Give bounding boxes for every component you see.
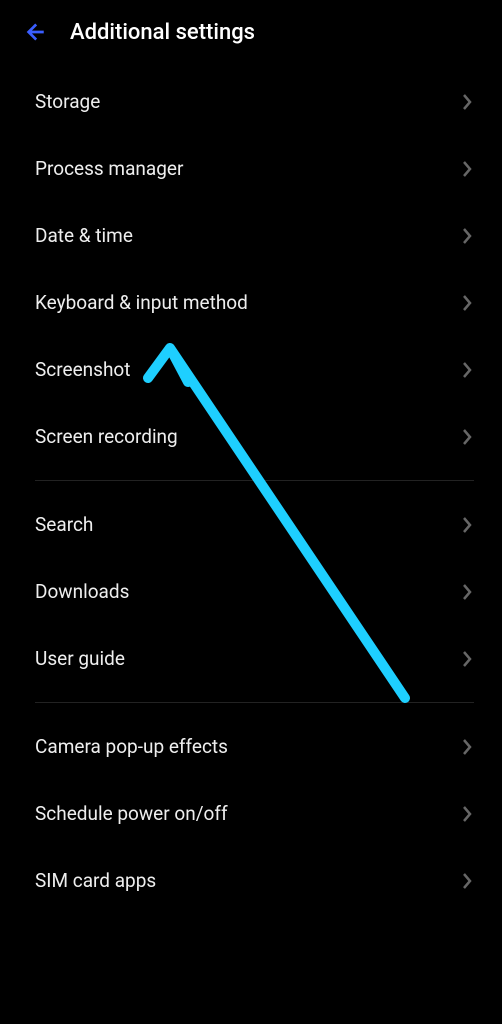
settings-item-label: Keyboard & input method bbox=[35, 291, 248, 314]
settings-item-sim-card-apps[interactable]: SIM card apps bbox=[0, 847, 502, 914]
settings-item-label: Storage bbox=[35, 90, 100, 113]
settings-item-downloads[interactable]: Downloads bbox=[0, 558, 502, 625]
back-icon[interactable] bbox=[20, 18, 48, 46]
settings-item-label: Search bbox=[35, 513, 93, 536]
chevron-right-icon bbox=[460, 359, 474, 381]
divider bbox=[35, 702, 474, 703]
chevron-right-icon bbox=[460, 91, 474, 113]
settings-item-keyboard-input-method[interactable]: Keyboard & input method bbox=[0, 269, 502, 336]
chevron-right-icon bbox=[460, 158, 474, 180]
settings-item-label: Process manager bbox=[35, 157, 183, 180]
settings-item-date-time[interactable]: Date & time bbox=[0, 202, 502, 269]
settings-item-label: Date & time bbox=[35, 224, 133, 247]
settings-item-camera-popup-effects[interactable]: Camera pop-up effects bbox=[0, 713, 502, 780]
header: Additional settings bbox=[0, 0, 502, 68]
chevron-right-icon bbox=[460, 736, 474, 758]
settings-item-screenshot[interactable]: Screenshot bbox=[0, 336, 502, 403]
divider bbox=[35, 480, 474, 481]
settings-item-label: User guide bbox=[35, 647, 125, 670]
settings-item-user-guide[interactable]: User guide bbox=[0, 625, 502, 692]
chevron-right-icon bbox=[460, 426, 474, 448]
settings-item-label: Screen recording bbox=[35, 425, 178, 448]
settings-item-search[interactable]: Search bbox=[0, 491, 502, 558]
chevron-right-icon bbox=[460, 581, 474, 603]
chevron-right-icon bbox=[460, 648, 474, 670]
settings-item-label: Schedule power on/off bbox=[35, 802, 228, 825]
chevron-right-icon bbox=[460, 514, 474, 536]
settings-item-process-manager[interactable]: Process manager bbox=[0, 135, 502, 202]
settings-item-screen-recording[interactable]: Screen recording bbox=[0, 403, 502, 470]
settings-item-label: Camera pop-up effects bbox=[35, 735, 228, 758]
chevron-right-icon bbox=[460, 225, 474, 247]
page-title: Additional settings bbox=[70, 20, 255, 45]
settings-item-schedule-power-onoff[interactable]: Schedule power on/off bbox=[0, 780, 502, 847]
settings-item-label: Screenshot bbox=[35, 358, 130, 381]
chevron-right-icon bbox=[460, 292, 474, 314]
settings-item-label: Downloads bbox=[35, 580, 129, 603]
settings-list: Storage Process manager Date & time Keyb… bbox=[0, 68, 502, 914]
settings-item-label: SIM card apps bbox=[35, 869, 156, 892]
settings-item-storage[interactable]: Storage bbox=[0, 68, 502, 135]
chevron-right-icon bbox=[460, 870, 474, 892]
chevron-right-icon bbox=[460, 803, 474, 825]
